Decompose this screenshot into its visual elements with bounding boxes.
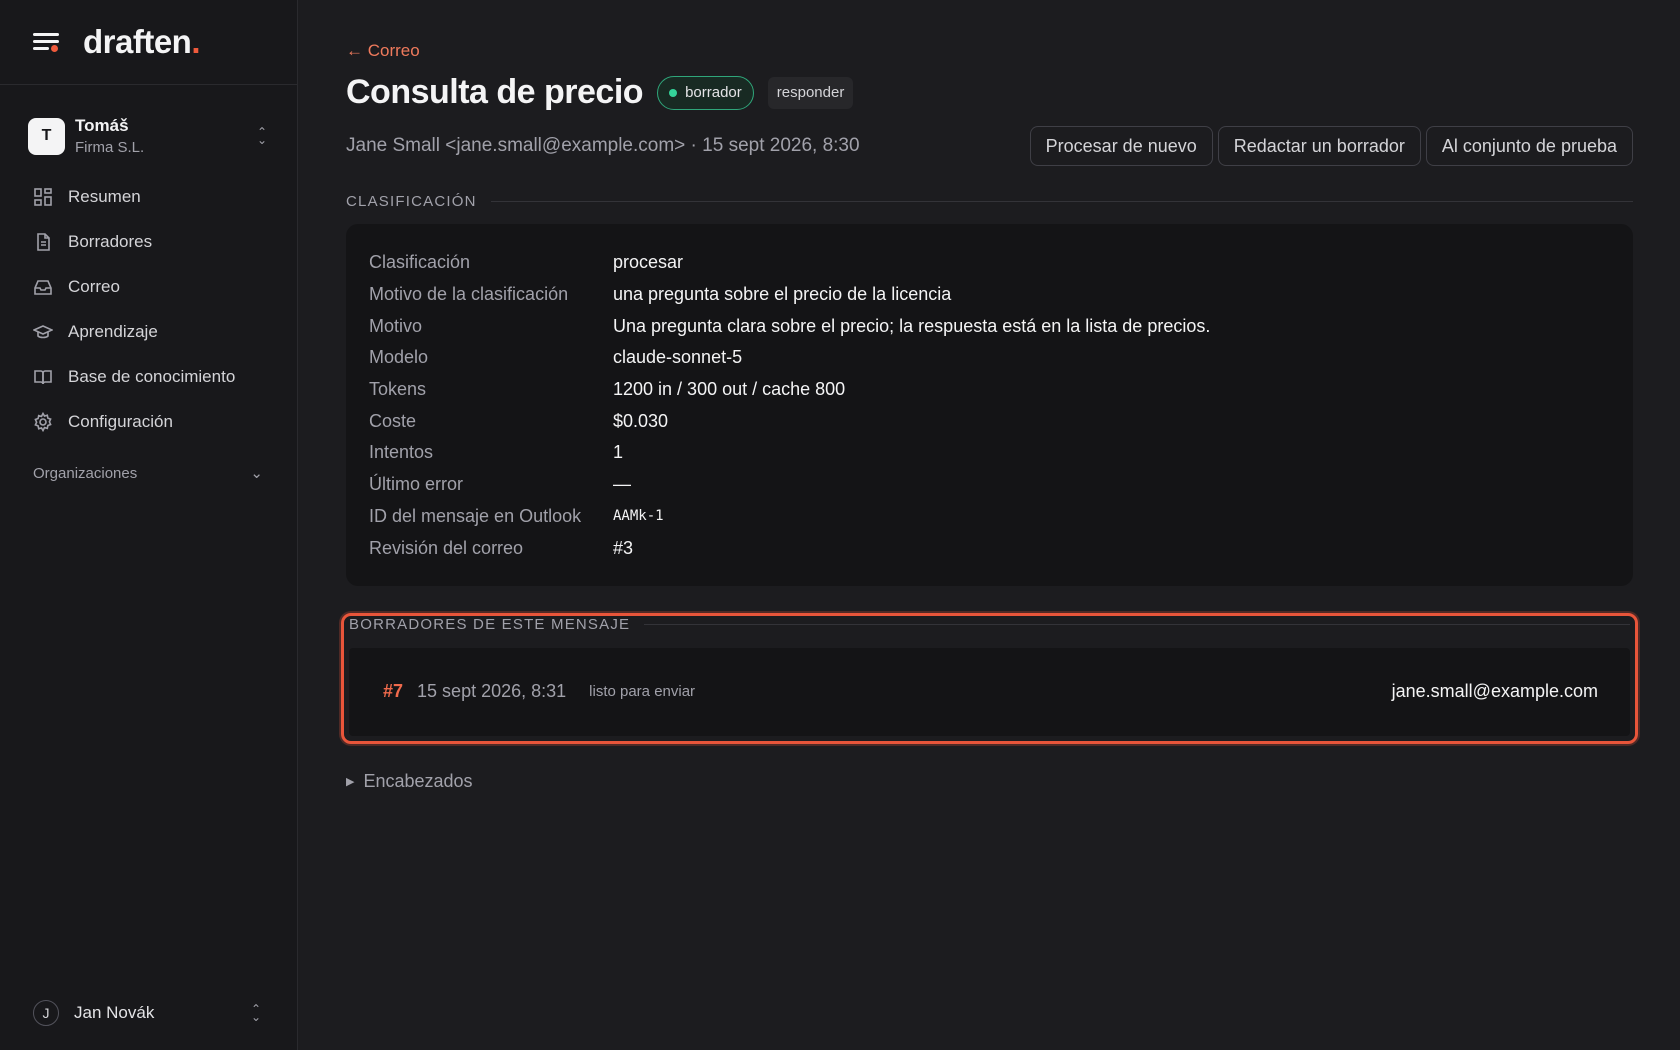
organizations-toggle[interactable]: Organizaciones ⌄: [0, 458, 297, 488]
kv-row: Coste $0.030: [369, 405, 1610, 437]
back-link[interactable]: ← Correo: [346, 41, 420, 61]
sidebar-item-label: Configuración: [68, 411, 173, 431]
draft-state: listo para enviar: [589, 683, 696, 701]
document-icon: [37, 232, 50, 251]
kv-row: Tokens 1200 in / 300 out / cache 800: [369, 374, 1610, 406]
gear-icon: [34, 411, 52, 432]
chevron-up-down-icon: ⌃ ⌄: [250, 1002, 262, 1024]
headers-toggle[interactable]: ▶ Encabezados: [346, 771, 1633, 792]
organizations-label: Organizaciones: [33, 464, 138, 482]
kv-key: Coste: [369, 410, 417, 431]
meta-row: Jane Small <jane.small@example.com> · 15…: [346, 126, 1633, 166]
sidebar-item-label: Resumen: [68, 186, 141, 206]
status-badge-label: borrador: [685, 84, 742, 101]
user-menu[interactable]: J Jan Novák ⌃ ⌄: [33, 1000, 263, 1026]
section-title: BORRADORES DE ESTE MENSAJE: [349, 616, 631, 634]
sidebar-nav: Resumen Borradores Correo Aprendizaje Ba…: [0, 174, 297, 444]
kv-value: $0.030: [613, 410, 669, 431]
sidebar-item-label: Borradores: [68, 231, 153, 251]
kv-key: Intentos: [369, 442, 434, 463]
drafts-section-header: BORRADORES DE ESTE MENSAJE: [349, 616, 1630, 634]
kv-key: Revisión del correo: [369, 537, 524, 558]
kv-value: claude-sonnet-5: [613, 347, 743, 368]
classification-card: Clasificación procesar Motivo de la clasi…: [346, 224, 1633, 586]
inbox-icon: [34, 279, 52, 295]
menu-icon[interactable]: [33, 31, 59, 53]
account-name: Tomáš: [75, 116, 129, 135]
kv-row: Motivo Una pregunta clara sobre el precio…: [369, 310, 1610, 342]
grid-icon: [34, 187, 52, 206]
draft-date: 15 sept 2026, 8:31: [417, 681, 567, 702]
kv-row: Revisión del correo #3: [369, 532, 1610, 564]
kv-key: ID del mensaje en Outlook: [369, 505, 582, 526]
kv-value: una pregunta sobre el precio de la licen…: [613, 284, 952, 305]
account-avatar: T: [28, 117, 65, 155]
kv-value: procesar: [613, 252, 684, 273]
account-company: Firma S.L.: [75, 139, 145, 156]
user-name: Jan Novák: [74, 1003, 155, 1022]
sidebar-item-label: Aprendizaje: [68, 321, 158, 341]
triangle-right-icon: ▶: [346, 775, 355, 788]
kv-row: ID del mensaje en Outlook AAMk-1: [369, 501, 1610, 533]
kv-key: Motivo de la clasificación: [369, 284, 569, 305]
compose-draft-button[interactable]: Redactar un borrador: [1217, 126, 1421, 166]
status-badge: borrador: [657, 75, 754, 110]
chevron-up-down-icon: ⌃ ⌄: [256, 125, 268, 147]
title-row: Consulta de precio borrador responder: [346, 73, 1633, 112]
sidebar-item-base-de-conocimiento[interactable]: Base de conocimiento: [0, 354, 297, 399]
kv-key: Tokens: [369, 379, 427, 400]
draft-recipient: jane.small@example.com: [1391, 681, 1598, 702]
main-content: ← Correo Consulta de precio borrador res…: [298, 0, 1680, 1050]
kv-row: Modelo claude-sonnet-5: [369, 342, 1610, 374]
logo[interactable]: draften.: [83, 23, 200, 61]
kv-row: Motivo de la clasificación una pregunta s…: [369, 279, 1610, 311]
actions: Procesar de nuevo Redactar un borrador A…: [1029, 126, 1633, 166]
app: draften. T Tomáš Firma S.L. ⌃ ⌄ Resumen B…: [0, 0, 1680, 1050]
kv-key: Modelo: [369, 347, 429, 368]
status-dot-icon: [669, 88, 678, 97]
kv-value: 1200 in / 300 out / cache 800: [613, 379, 846, 400]
kv-row: Clasificación procesar: [369, 247, 1610, 279]
kv-key: Clasificación: [369, 252, 471, 273]
drafts-section: BORRADORES DE ESTE MENSAJE #7 15 sept 20…: [341, 612, 1638, 744]
kv-key: Motivo: [369, 315, 423, 336]
chevron-down-icon: ⌄: [250, 465, 263, 482]
kv-value: —: [613, 474, 631, 495]
kv-value: #3: [613, 537, 634, 558]
draft-row[interactable]: #7 15 sept 2026, 8:31 listo para enviar …: [349, 647, 1630, 736]
type-badge: responder: [767, 76, 854, 109]
kv-value: 1: [613, 442, 624, 463]
draft-number: #7: [383, 681, 404, 702]
add-to-test-set-button[interactable]: Al conjunto de prueba: [1425, 126, 1633, 166]
book-icon: [34, 369, 52, 384]
kv-value: AAMk-1: [613, 508, 664, 525]
sidebar-item-label: Base de conocimiento: [68, 366, 236, 386]
kv-row: Último error —: [369, 469, 1610, 501]
sidebar: draften. T Tomáš Firma S.L. ⌃ ⌄ Resumen B…: [0, 0, 298, 1050]
message-meta: Jane Small <jane.small@example.com> · 15…: [346, 135, 860, 156]
user-avatar: J: [33, 1000, 59, 1026]
graduation-cap-icon: [33, 324, 53, 338]
page-title: Consulta de precio: [346, 73, 644, 111]
kv-row: Intentos 1: [369, 437, 1610, 469]
brand-bar: draften.: [0, 0, 297, 85]
sidebar-item-aprendizaje[interactable]: Aprendizaje: [0, 309, 297, 354]
sidebar-item-label: Correo: [68, 276, 120, 296]
divider: [490, 201, 1633, 202]
account-switcher[interactable]: T Tomáš Firma S.L. ⌃ ⌄: [0, 104, 297, 168]
sidebar-item-borradores[interactable]: Borradores: [0, 219, 297, 264]
sidebar-item-correo[interactable]: Correo: [0, 264, 297, 309]
section-title: CLASIFICACIÓN: [346, 193, 477, 210]
headers-label: Encabezados: [363, 770, 473, 791]
kv-value: Una pregunta clara sobre el precio; la r…: [613, 315, 1211, 336]
kv-key: Último error: [369, 474, 464, 495]
classification-section-header: CLASIFICACIÓN: [346, 193, 1633, 210]
sidebar-item-resumen[interactable]: Resumen: [0, 174, 297, 219]
sidebar-item-configuracion[interactable]: Configuración: [0, 399, 297, 444]
reprocess-button[interactable]: Procesar de nuevo: [1029, 126, 1213, 166]
divider: [644, 624, 1630, 626]
